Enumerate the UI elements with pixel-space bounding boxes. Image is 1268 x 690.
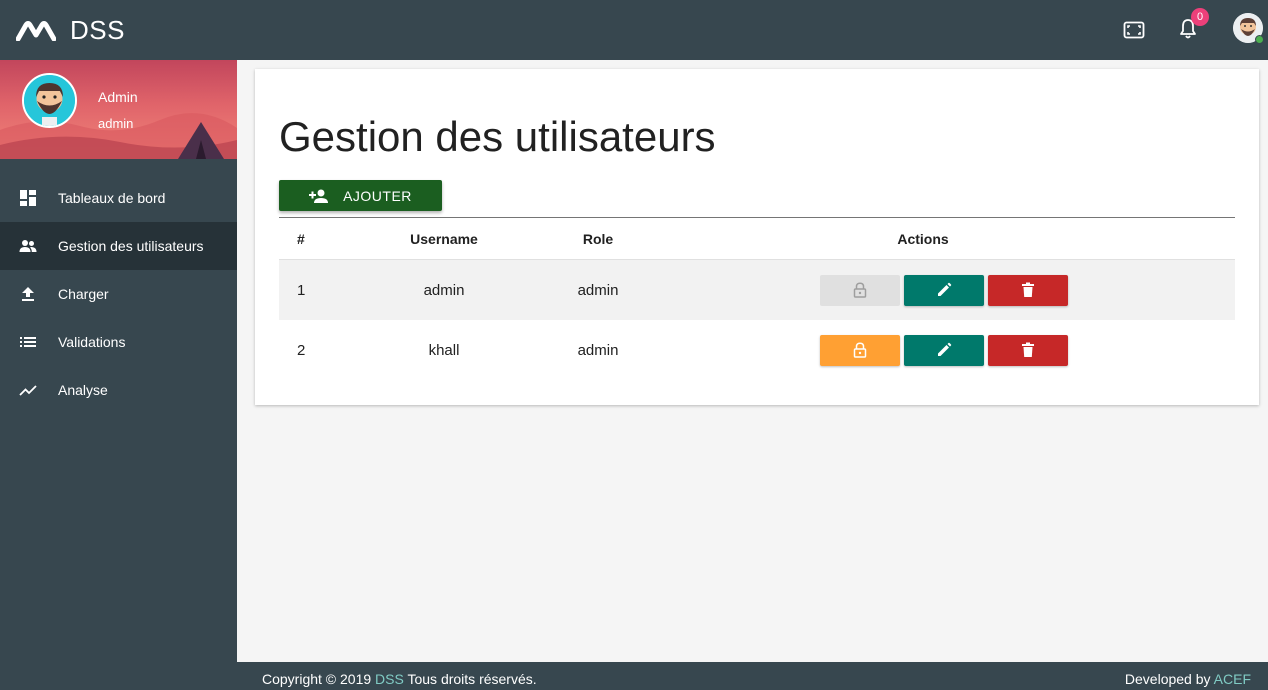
sidebar-item-dashboard[interactable]: Tableaux de bord: [0, 174, 237, 222]
add-button-label: AJOUTER: [343, 187, 412, 204]
online-status-dot: [1255, 35, 1264, 44]
delete-user-button[interactable]: [988, 334, 1068, 366]
list-icon: [19, 333, 37, 351]
sidebar-nav: Tableaux de bord Gestion des utilisateur…: [0, 174, 237, 414]
row-username: admin: [423, 281, 465, 299]
dashboard-icon: [19, 189, 37, 207]
developer-prefix: Developed by: [1124, 671, 1211, 687]
footer: Copyright © 2019 DSS Tous droits réservé…: [237, 662, 1268, 690]
sidebar-item-label: Gestion des utilisateurs: [58, 238, 204, 254]
logo-icon: [16, 21, 56, 41]
notification-badge: 0: [1191, 8, 1209, 26]
column-header-username: Username: [410, 230, 478, 247]
edit-user-button[interactable]: [904, 274, 984, 306]
sidebar-item-label: Tableaux de bord: [58, 190, 166, 206]
sidebar: Admin admin Tableaux de bord Gestion des…: [0, 60, 237, 690]
row-actions: [659, 274, 1079, 306]
profile-avatar[interactable]: [22, 73, 77, 128]
row-username: khall: [428, 341, 460, 359]
top-app-bar: DSS 0: [0, 0, 1268, 60]
row-role: admin: [577, 281, 619, 299]
page-title: Gestion des utilisateurs: [279, 113, 716, 160]
profile-header: Admin admin: [0, 60, 237, 159]
footer-brand-link[interactable]: DSS: [375, 671, 404, 687]
lock-icon: [853, 282, 867, 298]
column-header-actions: Actions: [897, 230, 949, 247]
profile-role: admin: [98, 116, 134, 131]
table-row: 1 admin admin: [279, 260, 1235, 320]
trash-icon: [1022, 342, 1034, 357]
sidebar-item-validations[interactable]: Validations: [0, 318, 237, 366]
fullscreen-icon[interactable]: [1122, 18, 1146, 42]
footer-developer-link[interactable]: ACEF: [1214, 671, 1251, 687]
upload-icon: [19, 285, 37, 303]
footer-developer: Developed by ACEF: [1125, 671, 1251, 687]
trending-icon: [19, 381, 37, 399]
sidebar-item-label: Analyse: [58, 382, 108, 398]
table-header: # Username Role Actions: [279, 218, 1235, 260]
row-actions: [659, 334, 1079, 366]
users-card: Gestion des utilisateurs AJOUTER # Usern…: [255, 69, 1259, 405]
copyright-suffix: Tous droits réservés.: [407, 671, 537, 687]
sidebar-item-users[interactable]: Gestion des utilisateurs: [0, 222, 237, 270]
edit-user-button[interactable]: [904, 334, 984, 366]
delete-user-button[interactable]: [988, 274, 1068, 306]
edit-icon: [938, 342, 952, 356]
brand[interactable]: DSS: [16, 15, 125, 46]
add-user-button[interactable]: AJOUTER: [279, 180, 442, 211]
users-table: # Username Role Actions 1 admin admin 2 …: [279, 217, 1235, 380]
sidebar-item-label: Validations: [58, 334, 126, 350]
app-name: DSS: [70, 14, 125, 45]
lock-icon: [853, 342, 867, 358]
column-header-number: #: [297, 230, 305, 247]
lock-user-button: [820, 274, 900, 306]
edit-icon: [938, 282, 952, 296]
sidebar-item-analysis[interactable]: Analyse: [0, 366, 237, 414]
trash-icon: [1022, 282, 1034, 297]
row-role: admin: [577, 341, 619, 359]
person-add-icon: [309, 189, 329, 203]
people-icon: [19, 237, 37, 255]
column-header-role: Role: [582, 230, 614, 247]
row-number: 1: [297, 281, 306, 299]
footer-copyright: Copyright © 2019 DSS Tous droits réservé…: [262, 671, 537, 687]
sidebar-item-label: Charger: [58, 286, 109, 302]
sidebar-item-upload[interactable]: Charger: [0, 270, 237, 318]
lock-user-button[interactable]: [820, 334, 900, 366]
profile-name: Admin: [98, 89, 138, 105]
table-row: 2 khall admin: [279, 320, 1235, 380]
row-number: 2: [297, 341, 306, 359]
copyright-prefix: Copyright © 2019: [262, 671, 372, 687]
